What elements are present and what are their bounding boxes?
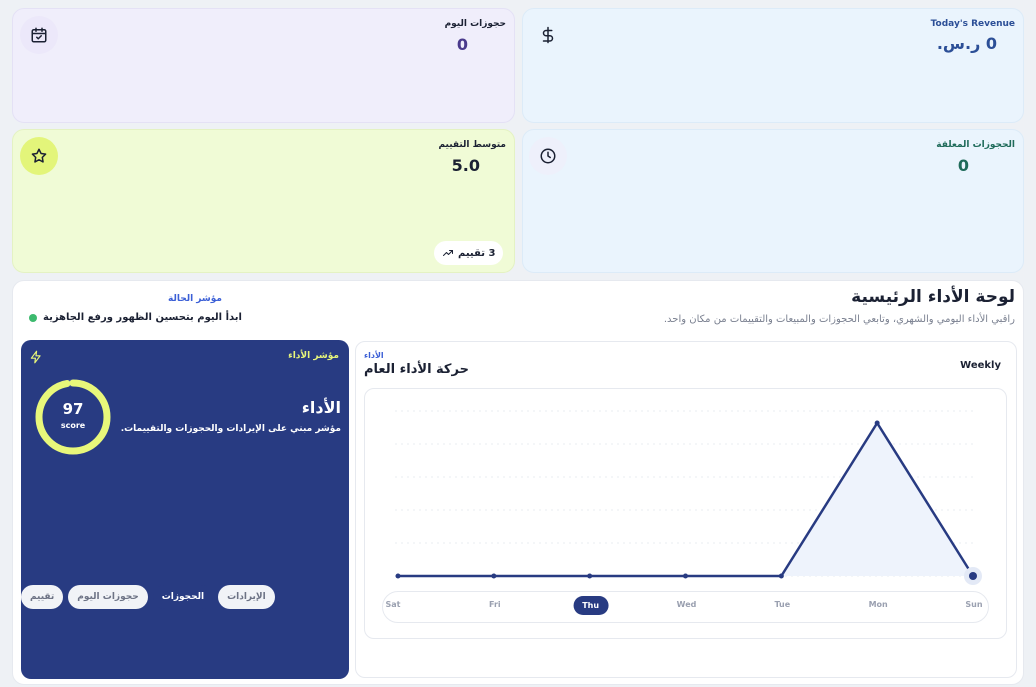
chart-title: حركة الأداء العام: [364, 362, 469, 377]
day-thu[interactable]: Thu: [573, 596, 609, 615]
page-subtitle: راقبي الأداء اليومي والشهري، وتابعي الحج…: [663, 314, 1015, 325]
star-icon: [20, 137, 58, 175]
tab-3[interactable]: تقييم: [21, 585, 64, 609]
pending-bookings-value: 0: [957, 156, 969, 175]
revenue-label: Today's Revenue: [930, 19, 1015, 29]
today-bookings-label: حجوزات اليوم: [444, 19, 506, 29]
performance-card: مؤشر الأداء الأداء مؤشر مبني على الإيراد…: [21, 340, 349, 679]
dashboard-panel: لوحة الأداء الرئيسية راقبي الأداء اليومي…: [12, 280, 1024, 685]
rating-value: 5.0: [451, 156, 480, 175]
status-label: مؤشر الحالة: [168, 294, 222, 304]
revenue-kpi-card: Today's Revenue 0 ر.س.: [522, 8, 1024, 123]
period-selector[interactable]: Weekly: [960, 360, 1001, 371]
pending-bookings-label: الحجوزات المعلقة: [936, 140, 1015, 150]
status-dot: [29, 313, 37, 322]
calendar-check-icon: [20, 16, 58, 54]
today-bookings-kpi-card: حجوزات اليوم 0: [12, 8, 515, 123]
rating-count-text: 3 تقييم: [458, 247, 496, 259]
data-point: [395, 573, 401, 579]
performance-description: مؤشر مبني على الإيرادات والحجوزات والتقي…: [120, 424, 341, 434]
performance-tag: مؤشر الأداء: [288, 351, 339, 361]
tab-2[interactable]: حجوزات اليوم: [68, 585, 148, 609]
bolt-icon: [30, 350, 41, 364]
status-text: ابدأ اليوم بتحسين الظهور ورفع الجاهزية: [43, 312, 242, 323]
score-unit: score: [60, 421, 86, 430]
clock-icon: [529, 137, 567, 175]
pending-bookings-kpi-card: الحجوزات المعلقة 0: [522, 129, 1024, 273]
today-bookings-value: 0: [456, 35, 468, 54]
data-point: [587, 573, 593, 579]
chart-card: الأداء حركة الأداء العام Weekly Sat Fri Th…: [355, 341, 1017, 678]
chart-area: Sat Fri Thu Wed Tue Mon Sun: [364, 388, 1007, 639]
data-point: [874, 420, 880, 426]
data-point: [491, 573, 497, 579]
revenue-value: 0 ر.س.: [936, 34, 997, 53]
page-title: لوحة الأداء الرئيسية: [851, 287, 1015, 307]
tab-1[interactable]: الحجوزات: [152, 585, 214, 609]
metric-tabs: تقييم حجوزات اليوم الحجوزات الإيرادات: [21, 585, 275, 609]
rating-label: متوسط التقييم: [438, 140, 506, 150]
day-wed[interactable]: Wed: [677, 600, 697, 609]
day-fri[interactable]: Fri: [489, 600, 501, 609]
tab-0[interactable]: الإيرادات: [218, 585, 275, 609]
series-area: [398, 423, 973, 576]
day-selector: Sat Fri Thu Wed Tue Mon Sun: [382, 591, 989, 623]
day-sat[interactable]: Sat: [386, 600, 401, 609]
data-point: [778, 573, 784, 579]
performance-title: الأداء: [301, 398, 341, 417]
data-point: [683, 573, 688, 579]
status-indicator: ابدأ اليوم بتحسين الظهور ورفع الجاهزية: [29, 312, 242, 323]
chart-tag: الأداء: [364, 351, 384, 360]
trend-up-icon: [443, 250, 453, 256]
day-mon[interactable]: Mon: [869, 600, 888, 609]
day-sun[interactable]: Sun: [965, 600, 982, 609]
rating-count-badge: 3 تقييم: [434, 241, 504, 265]
dollar-icon: [529, 16, 567, 54]
data-point: [969, 572, 977, 580]
score-value: 97: [62, 400, 84, 418]
day-tue[interactable]: Tue: [774, 600, 790, 609]
